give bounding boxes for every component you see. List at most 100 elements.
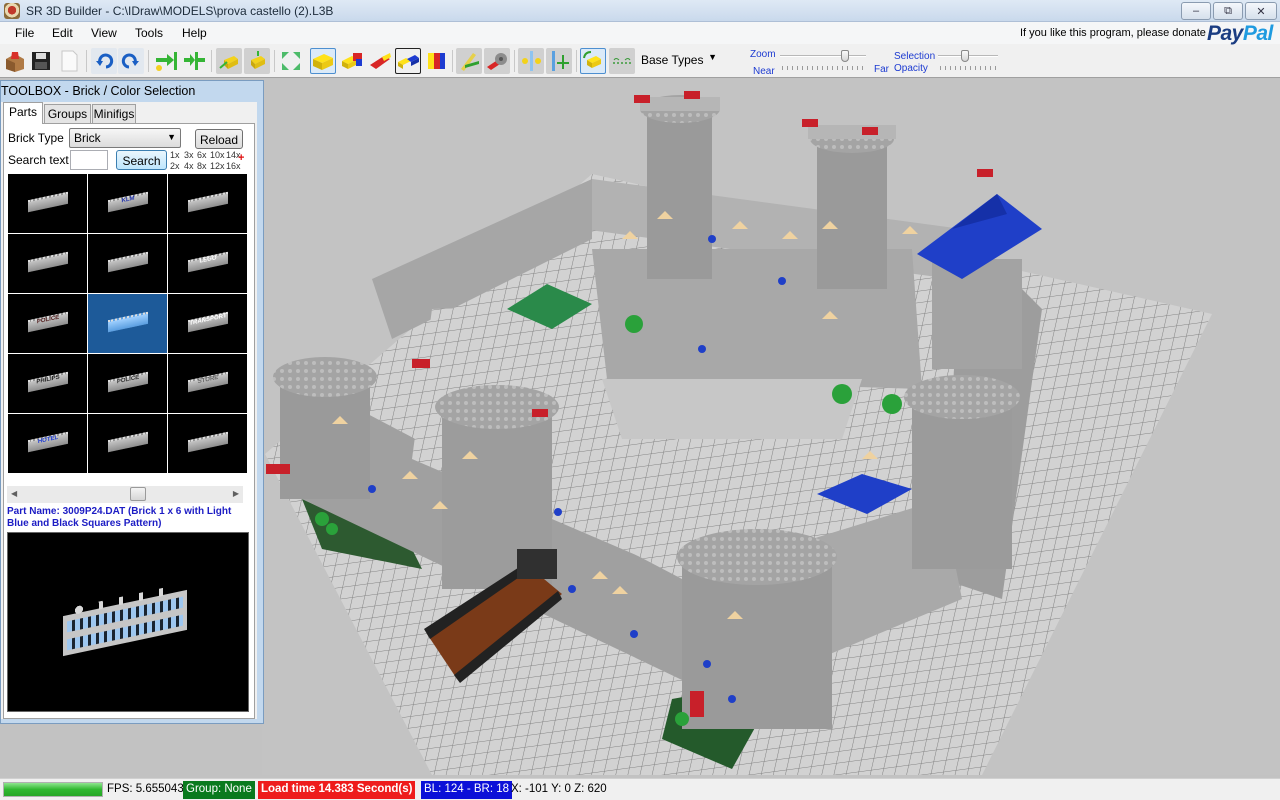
brick-print-text — [108, 313, 148, 322]
brick-thumbnail-icon — [108, 311, 148, 333]
multiplier-4x[interactable]: 4x — [184, 161, 194, 171]
connect-bricks-button[interactable] — [395, 48, 421, 74]
align-icon — [184, 52, 205, 70]
part-thumbnail[interactable] — [8, 234, 87, 293]
close-icon: ✕ — [1256, 5, 1266, 18]
redo-button[interactable] — [118, 48, 144, 74]
rotate-select-button[interactable] — [580, 48, 606, 74]
menu-view[interactable]: View — [91, 26, 117, 40]
gear-technic-icon — [487, 53, 507, 70]
multiplier-16x[interactable]: 16x — [226, 161, 241, 171]
toolbar-separator — [274, 50, 275, 72]
part-thumbnail[interactable] — [8, 174, 87, 233]
multiplier-2x[interactable]: 2x — [170, 161, 180, 171]
search-input[interactable] — [70, 150, 108, 170]
chevron-down-icon: ▼ — [708, 52, 717, 62]
undo-button[interactable] — [91, 48, 117, 74]
reload-button[interactable]: Reload — [195, 129, 243, 149]
zoom-slider-thumb[interactable] — [840, 50, 849, 62]
part-name-label: Part Name: 3009P24.DAT (Brick 1 x 6 with… — [7, 506, 232, 529]
open-button[interactable] — [2, 48, 28, 74]
brick-type-select[interactable]: Brick ▼ — [69, 128, 181, 148]
vertical-move-button[interactable] — [546, 48, 572, 74]
scroll-right-icon[interactable]: ▶ — [233, 489, 239, 498]
app-icon — [4, 3, 20, 19]
gear-button[interactable] — [484, 48, 510, 74]
slope-button[interactable] — [367, 48, 393, 74]
menu-file[interactable]: File — [15, 26, 34, 40]
multiplier-3x[interactable]: 3x — [184, 150, 194, 160]
tab-parts[interactable]: Parts — [3, 102, 43, 124]
part-thumbnail[interactable]: LEGO — [168, 234, 247, 293]
menu-help[interactable]: Help — [182, 26, 207, 40]
selection-label: Selection — [894, 51, 936, 62]
tab-groups[interactable]: Groups — [44, 104, 91, 123]
red-slope-icon — [370, 53, 391, 69]
baseplate-button[interactable] — [609, 48, 635, 74]
brick-mode-button[interactable] — [310, 48, 336, 74]
minimize-button[interactable]: – — [1181, 2, 1211, 20]
menu-edit[interactable]: Edit — [52, 26, 73, 40]
brick-thumbnail-icon — [188, 431, 228, 453]
part-thumbnail[interactable] — [88, 294, 167, 353]
move-brick-button[interactable] — [216, 48, 242, 74]
scroll-left-icon[interactable]: ◀ — [11, 489, 17, 498]
new-button[interactable] — [56, 48, 82, 74]
color-brick-button[interactable] — [339, 48, 365, 74]
multiplier-12x[interactable]: 12x — [210, 161, 225, 171]
brick-print-text — [108, 253, 148, 262]
tab-minifigs[interactable]: Minifigs — [92, 104, 136, 123]
part-thumbnail[interactable]: POLICE — [88, 354, 167, 413]
zoom-label: Zoom — [750, 49, 776, 60]
part-thumbnail[interactable] — [88, 234, 167, 293]
brick-print-text: LEGO — [199, 255, 217, 265]
menu-tools[interactable]: Tools — [135, 26, 163, 40]
paint-button[interactable] — [423, 48, 449, 74]
brick-print-text: TRANSPORT — [189, 313, 227, 327]
part-thumbnail[interactable] — [88, 414, 167, 473]
insert-brick-button[interactable] — [153, 48, 179, 74]
hinge-button[interactable] — [456, 48, 482, 74]
part-thumbnail[interactable]: PHILIPS — [8, 354, 87, 413]
search-button[interactable]: Search — [116, 150, 167, 170]
tower-right — [904, 375, 1020, 569]
place-brick-button[interactable] — [244, 48, 270, 74]
zoom-slider[interactable] — [780, 55, 866, 57]
base-types-value: Base Types — [641, 53, 704, 67]
base-types-dropdown[interactable]: Base Types ▼ — [637, 49, 721, 71]
mirror-button[interactable] — [518, 48, 544, 74]
scene-canvas[interactable] — [262, 79, 1280, 775]
multiplier-8x[interactable]: 8x — [197, 161, 207, 171]
save-button[interactable] — [28, 48, 54, 74]
parts-grid: KLM LEGO POLICE TRANSPORT PHILIPS POLICE STORE… — [7, 173, 249, 473]
part-thumbnail[interactable]: STORE — [168, 354, 247, 413]
opacity-slider-thumb[interactable] — [961, 50, 969, 62]
paypal-button[interactable]: PayPal — [1207, 22, 1273, 46]
multiplier-6x[interactable]: 6x — [197, 150, 207, 160]
align-button[interactable] — [181, 48, 207, 74]
restore-button[interactable]: ⧉ — [1213, 2, 1243, 20]
expand-button[interactable] — [278, 48, 304, 74]
toolbar-separator — [452, 50, 453, 72]
opacity-slider-ticks — [940, 66, 998, 70]
zoom-slider-ticks — [782, 66, 866, 70]
multiplier-10x[interactable]: 10x — [210, 150, 225, 160]
part-thumbnail[interactable]: KLM — [88, 174, 167, 233]
vertical-move-icon — [552, 51, 569, 71]
part-thumbnail[interactable]: POLICE — [8, 294, 87, 353]
3d-viewport[interactable] — [262, 79, 1280, 775]
parts-horizontal-scrollbar[interactable]: ◀ ▶ — [7, 486, 243, 503]
parts-panel: Brick Type Brick ▼ Reload Search text Se… — [3, 123, 255, 719]
multiplier-1x[interactable]: 1x — [170, 150, 180, 160]
part-thumbnail[interactable]: HOTEL — [8, 414, 87, 473]
scrollbar-thumb[interactable] — [130, 487, 146, 501]
brick-thumbnail-icon: POLICE — [28, 311, 68, 333]
status-bar: FPS: 5.655043 Group: None Load time 14.3… — [0, 778, 1280, 800]
part-thumbnail[interactable] — [168, 174, 247, 233]
part-thumbnail[interactable]: TRANSPORT — [168, 294, 247, 353]
brick-count-status: BL: 124 - BR: 18 — [421, 781, 513, 799]
brick-thumbnail-icon — [28, 191, 68, 213]
part-thumbnail[interactable] — [168, 414, 247, 473]
brick-thumbnail-icon: LEGO — [188, 251, 228, 273]
close-button[interactable]: ✕ — [1245, 2, 1277, 20]
